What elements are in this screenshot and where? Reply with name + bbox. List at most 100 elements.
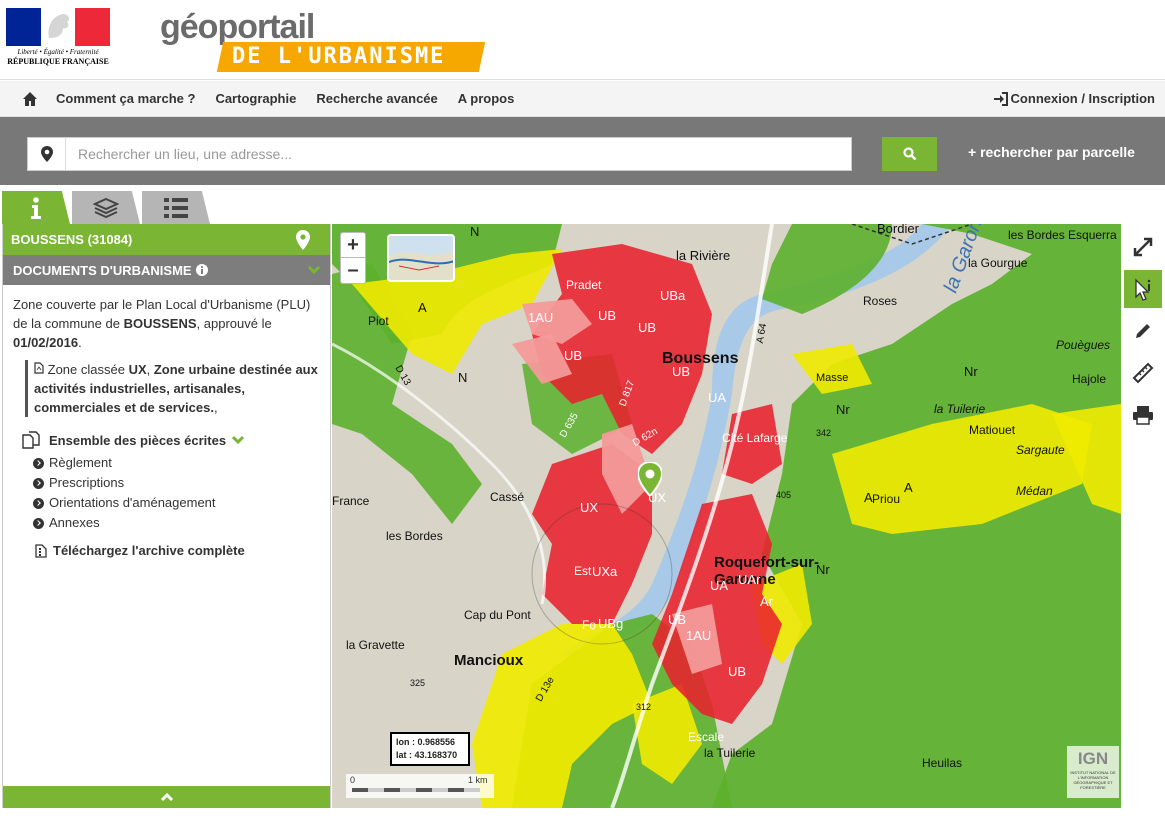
main-nav: Comment ça marche ? Cartographie Recherc… [0, 81, 1165, 117]
map-marker-icon[interactable] [296, 230, 310, 250]
coordinates-readout: lon : 0.968556 lat : 43.168370 [390, 732, 470, 766]
login-link[interactable]: Connexion / Inscription [993, 91, 1155, 106]
info-cursor-button[interactable] [1124, 270, 1162, 308]
place-label: Matiouet [969, 423, 1016, 437]
ign-logo-text: IGN [1077, 749, 1109, 768]
place-label: Hajole [1072, 372, 1107, 386]
search-parcel-link[interactable]: + rechercher par parcelle [968, 144, 1135, 160]
piece-orientations[interactable]: Orientations d'aménagement [33, 493, 330, 513]
map-marker-icon[interactable] [638, 462, 662, 496]
zoom-out-button[interactable]: – [341, 258, 365, 283]
lon-row: lon : 0.968556 [396, 736, 464, 749]
scale-end: 1 km [468, 775, 488, 785]
geoportail-urbanisme-logo[interactable]: géoportail DE L'URBANISME [160, 8, 490, 74]
measure-button[interactable] [1124, 354, 1162, 392]
nav-cartographie[interactable]: Cartographie [215, 91, 296, 106]
file-zip-icon [35, 543, 47, 558]
zone-label: Nr [964, 364, 978, 379]
piece-prescriptions[interactable]: Prescriptions [33, 473, 330, 493]
classe-code: UX [128, 362, 147, 377]
login-label: Connexion / Inscription [1010, 91, 1155, 106]
zone-label: UA [708, 390, 727, 405]
scale-bar: 0 1 km [346, 774, 494, 798]
archive-label: Téléchargez l'archive complète [53, 543, 245, 558]
pieces-ecrites-header[interactable]: Ensemble des pièces écrites [21, 431, 330, 449]
place-label: France [332, 494, 370, 508]
zone-text-3: . [78, 335, 82, 350]
search-input[interactable] [66, 146, 846, 162]
tab-layers[interactable] [72, 191, 140, 224]
pieces-title: Ensemble des pièces écrites [49, 432, 227, 448]
ign-caption: INSTITUT NATIONAL DE L'INFORMATION GÉOGR… [1070, 770, 1116, 790]
tab-info[interactable] [2, 191, 70, 224]
place-label: Masse [816, 372, 849, 384]
lat-value: 43.168370 [414, 750, 458, 760]
ign-logo[interactable]: IGN INSTITUT NATIONAL DE L'INFORMATION G… [1067, 746, 1119, 798]
place-label: Pouègues [1056, 338, 1111, 352]
map-toolbar [1121, 224, 1165, 808]
elevation-label: 325 [410, 678, 426, 688]
place-label: Heuilas [922, 756, 963, 770]
place-label: Mancioux [454, 652, 524, 669]
zone-description: Zone couverte par le Plan Local d'Urbani… [3, 285, 330, 352]
elevation-label: 312 [636, 702, 652, 712]
map-view[interactable]: la Rivière Bordier les Bordes Esquerra l… [332, 224, 1121, 808]
zone-commune: BOUSSENS [123, 316, 197, 331]
place-label: la Rivière [676, 248, 731, 263]
home-icon[interactable] [22, 91, 38, 107]
piece-label: Orientations d'aménagement [49, 495, 216, 510]
print-button[interactable] [1124, 396, 1162, 434]
file-pdf-icon[interactable] [34, 362, 44, 374]
overview-minimap[interactable] [387, 234, 455, 282]
search-button[interactable] [882, 137, 937, 171]
zone-label: UB [672, 364, 691, 379]
classe-prefix: Zone classée [47, 362, 129, 377]
zone-label: 1AU [528, 310, 554, 325]
lon-label: lon : [396, 737, 415, 747]
zoom-control: + – [340, 232, 366, 284]
list-icon [164, 197, 188, 218]
zone-label: UAr [738, 572, 761, 587]
zone-label: UX [580, 500, 599, 515]
republique-francaise-logo[interactable]: Liberté • Égalité • Fraternité RÉPUBLIQU… [6, 8, 111, 72]
piece-reglement[interactable]: Règlement [33, 453, 330, 473]
zone-label: UBg [598, 616, 624, 631]
place-label: Médan [1016, 484, 1053, 498]
files-icon [22, 431, 40, 449]
fullscreen-icon [1133, 237, 1153, 257]
documents-urbanisme-header[interactable]: DOCUMENTS D'URBANISME [3, 255, 330, 285]
zone-label: UB [598, 308, 617, 323]
nav-comment-ca-marche[interactable]: Comment ça marche ? [56, 91, 195, 106]
rf-name: RÉPUBLIQUE FRANÇAISE [7, 57, 109, 66]
layers-icon [93, 197, 119, 218]
zoom-in-button[interactable]: + [341, 233, 365, 258]
place-label: Est [574, 564, 592, 578]
chevron-circle-right-icon [33, 477, 44, 489]
chevron-circle-right-icon [33, 497, 44, 509]
classe-sep: , [146, 362, 154, 377]
zone-classification: Zone classée UX, Zone urbaine destinée a… [25, 360, 320, 417]
download-archive-link[interactable]: Téléchargez l'archive complète [35, 543, 330, 558]
header: Liberté • Égalité • Fraternité RÉPUBLIQU… [0, 0, 1165, 80]
draw-button[interactable] [1124, 312, 1162, 350]
fullscreen-button[interactable] [1124, 228, 1162, 266]
scale-start: 0 [350, 775, 356, 785]
place-label: la Tuilerie [704, 746, 756, 760]
tab-legend[interactable] [142, 191, 210, 224]
zone-label: A [904, 480, 913, 495]
place-label: Cap du Pont [464, 608, 531, 622]
zone-label: UB [638, 320, 657, 335]
chevron-down-icon [232, 435, 245, 444]
search-icon [902, 147, 916, 161]
place-label: les Bordes [386, 529, 443, 543]
place-label: Cassé [490, 490, 525, 504]
place-label: la Tuilerie [934, 402, 986, 416]
nav-recherche-avancee[interactable]: Recherche avancée [316, 91, 437, 106]
piece-annexes[interactable]: Annexes [33, 513, 330, 533]
print-icon [1133, 406, 1153, 425]
zone-label: UA [710, 578, 729, 593]
info-cursor-icon [1135, 278, 1151, 301]
nav-a-propos[interactable]: A propos [458, 91, 515, 106]
panel-collapse-button[interactable] [3, 786, 330, 808]
lat-row: lat : 43.168370 [396, 749, 464, 762]
